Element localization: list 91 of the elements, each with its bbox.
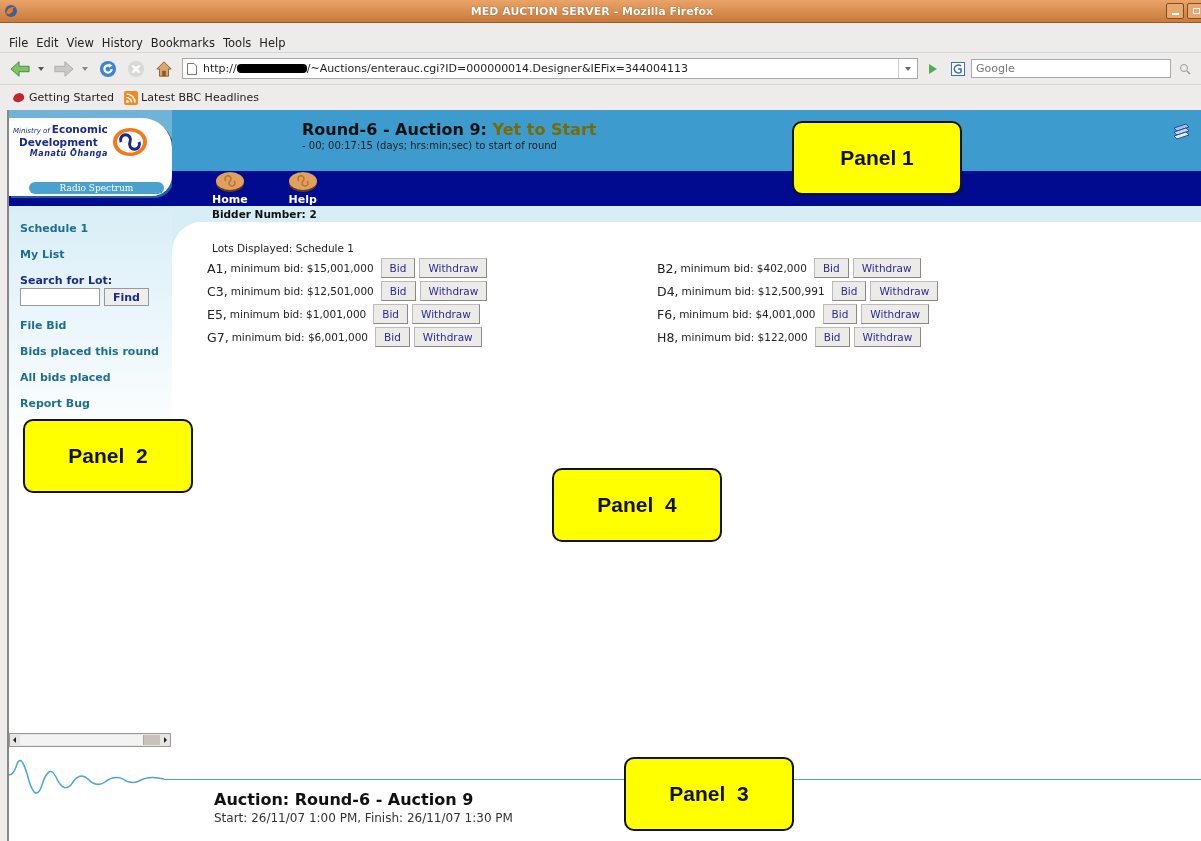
minimum-bid-text: minimum bid: $6,001,000 bbox=[231, 331, 369, 343]
minimum-bid-text: minimum bid: $1,001,000 bbox=[229, 308, 367, 320]
sidebar-link[interactable]: All bids placed bbox=[20, 371, 111, 384]
search-engine-icon[interactable] bbox=[951, 61, 965, 76]
logo-text: Development bbox=[18, 137, 98, 148]
swirl-logo-icon bbox=[111, 126, 148, 157]
scrollbar-thumb[interactable] bbox=[20, 735, 144, 745]
window-title: MED AUCTION SERVER - Mozilla Firefox bbox=[469, 4, 715, 18]
home-icon[interactable] bbox=[154, 59, 174, 78]
redaction-bar bbox=[236, 64, 307, 73]
bookmark-page-icon bbox=[12, 90, 26, 105]
footer-times: Start: 26/11/07 1:00 PM, Finish: 26/11/07 1:30 PM bbox=[214, 811, 513, 825]
rss-feed-icon bbox=[124, 90, 139, 105]
search-label: Search for Lot: bbox=[20, 274, 114, 287]
lot-action-button[interactable]: Bid bbox=[373, 304, 409, 324]
url-text: http:// bbox=[203, 62, 237, 75]
dropdown-icon[interactable] bbox=[905, 66, 911, 71]
nav-button[interactable]: Help bbox=[287, 171, 318, 206]
minimize-button[interactable] bbox=[1166, 3, 1184, 19]
minimum-bid-text: minimum bid: $12,500,991 bbox=[681, 285, 825, 297]
logo-text: Economic bbox=[51, 124, 108, 135]
stacked-pages-icon[interactable] bbox=[1171, 122, 1191, 142]
minimum-bid-text: minimum bid: $122,000 bbox=[681, 331, 808, 343]
sidebar-link[interactable]: Schedule 1 bbox=[20, 222, 89, 235]
lot-search-field[interactable] bbox=[20, 288, 100, 306]
minimum-bid-text: minimum bid: $12,501,000 bbox=[230, 285, 374, 297]
lot-code: A1, bbox=[207, 260, 228, 276]
menu-item[interactable]: Edit bbox=[33, 35, 62, 50]
page-icon bbox=[187, 62, 197, 75]
minimum-bid-text: minimum bid: $402,000 bbox=[680, 262, 807, 274]
lot-action-button[interactable]: Bid bbox=[822, 304, 858, 324]
go-arrow-icon[interactable] bbox=[928, 62, 938, 75]
lot-action-button[interactable]: Bid bbox=[380, 258, 416, 278]
sidebar-link[interactable]: My List bbox=[20, 248, 65, 261]
lot-action-button[interactable]: Withdraw bbox=[852, 258, 921, 278]
lot-code: D4, bbox=[657, 283, 679, 299]
lot-code: C3, bbox=[207, 283, 228, 299]
lot-code: G7, bbox=[207, 329, 229, 345]
lot-action-button[interactable]: Withdraw bbox=[413, 327, 482, 347]
menu-item[interactable]: View bbox=[63, 35, 97, 50]
menu-item[interactable]: Tools bbox=[220, 35, 255, 50]
lot-action-button[interactable]: Withdraw bbox=[412, 304, 480, 324]
lot-action-button[interactable]: Withdraw bbox=[870, 281, 939, 301]
menu-item[interactable]: Bookmarks bbox=[147, 35, 218, 50]
panel-callout: Panel 2 bbox=[23, 419, 193, 493]
lot-action-button[interactable]: Bid bbox=[380, 281, 416, 301]
horizontal-scrollbar[interactable] bbox=[9, 733, 171, 747]
lot-code: E5, bbox=[207, 306, 227, 322]
lot-action-button[interactable]: Withdraw bbox=[419, 258, 488, 278]
panel-callout: Panel 1 bbox=[792, 121, 962, 195]
lot-action-button[interactable]: Withdraw bbox=[419, 281, 488, 301]
bookmark-item[interactable]: Latest BBC Headlines bbox=[124, 90, 259, 105]
menu-item[interactable]: File bbox=[6, 35, 32, 50]
minimum-bid-text: minimum bid: $15,001,000 bbox=[230, 262, 374, 274]
url-text: /~Auctions/enterauc.cgi?ID=000000014.Designer&IEFix=344004113 bbox=[306, 62, 688, 75]
back-arrow-icon[interactable] bbox=[10, 59, 30, 78]
maximize-button[interactable] bbox=[1187, 3, 1201, 19]
search-field[interactable]: Google bbox=[971, 59, 1171, 78]
lot-action-button[interactable]: Withdraw bbox=[861, 304, 930, 324]
panel-callout: Panel 4 bbox=[552, 468, 722, 542]
dropdown-icon[interactable] bbox=[38, 66, 44, 71]
lot-action-button[interactable]: Bid bbox=[813, 258, 849, 278]
auction-title: Round-6 - Auction 9: Yet to Start bbox=[302, 120, 598, 139]
lot-code: F6, bbox=[657, 306, 677, 322]
logo-text: Manatū Ōhanga bbox=[29, 148, 108, 159]
bidder-number: Bidder Number: 2 bbox=[212, 207, 317, 221]
panel-callout: Panel 3 bbox=[624, 757, 794, 831]
dropdown-icon[interactable] bbox=[82, 66, 88, 71]
sidebar-link[interactable]: Report Bug bbox=[20, 397, 90, 410]
search-icon[interactable] bbox=[1179, 62, 1191, 75]
sidebar-link[interactable]: Bids placed this round bbox=[20, 345, 159, 358]
lot-action-button[interactable]: Withdraw bbox=[853, 327, 922, 347]
lot-action-button[interactable]: Bid bbox=[375, 327, 410, 347]
lot-code: B2, bbox=[657, 260, 678, 276]
browser-logo-icon bbox=[4, 4, 18, 18]
lots-caption: Lots Displayed: Schedule 1 bbox=[212, 242, 355, 254]
bookmark-item[interactable]: Getting Started bbox=[12, 90, 115, 105]
lot-action-button[interactable]: Bid bbox=[831, 281, 867, 301]
address-field[interactable]: http:// /~Auctions/enterauc.cgi?ID=000000014.Designer&IEFix=344004113 bbox=[182, 58, 918, 79]
find-button[interactable]: Find bbox=[104, 288, 149, 306]
reload-icon[interactable] bbox=[98, 59, 118, 78]
lot-action-button[interactable]: Bid bbox=[814, 327, 850, 347]
countdown-text: - 00; 00:17:15 (days; hrs:min;sec) to start of round bbox=[302, 140, 558, 151]
radio-spectrum-banner: Radio Spectrum bbox=[29, 182, 164, 194]
menu-item[interactable]: Help bbox=[256, 35, 289, 50]
lot-code: H8, bbox=[657, 329, 679, 345]
menu-item[interactable]: History bbox=[98, 35, 146, 50]
sidebar-link[interactable]: File Bid bbox=[20, 319, 67, 332]
minimum-bid-text: minimum bid: $4,001,000 bbox=[679, 308, 816, 320]
nav-button[interactable]: Home bbox=[212, 171, 248, 206]
footer-auction-title: Auction: Round-6 - Auction 9 bbox=[214, 790, 475, 809]
